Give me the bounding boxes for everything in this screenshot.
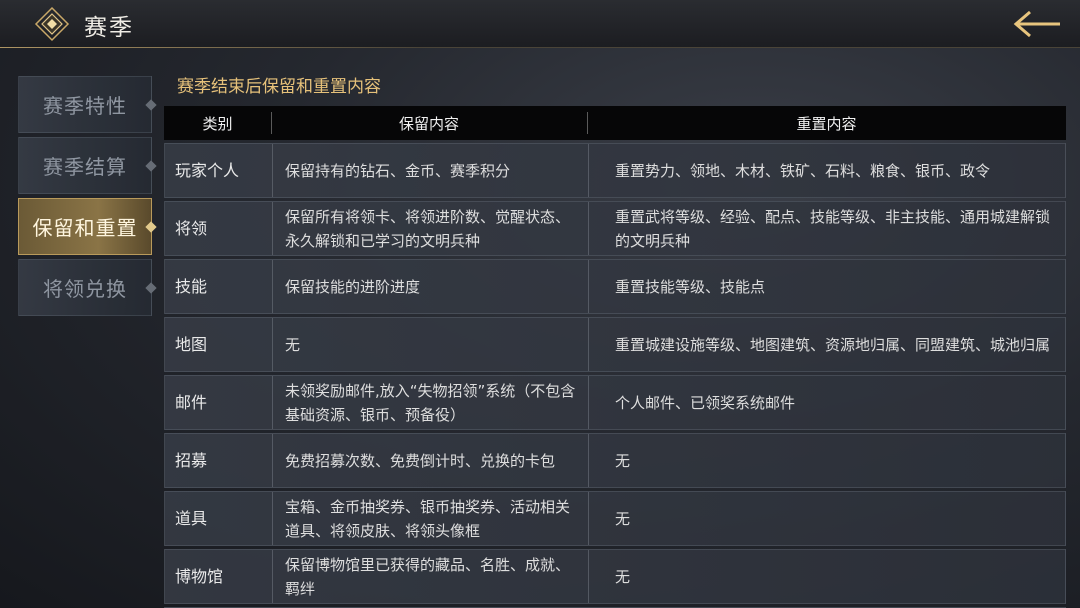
row-category: 技能	[175, 276, 208, 296]
row-category: 道具	[175, 508, 208, 528]
row-keep: 无	[272, 318, 588, 371]
row-category: 博物馆	[175, 566, 224, 586]
section-title: 赛季结束后保留和重置内容	[177, 77, 381, 97]
column-header-keep: 保留内容	[271, 106, 587, 140]
top-bar: 赛季	[0, 0, 1080, 48]
page-title: 赛季	[84, 15, 134, 41]
sidebar-item-label: 赛季结算	[43, 155, 127, 179]
row-category: 玩家个人	[175, 160, 240, 180]
table-row: 将领 保留所有将领卡、将领进阶数、觉醒状态、永久解锁和已学习的文明兵种 重置武将…	[164, 201, 1066, 256]
row-keep: 保留博物馆里已获得的藏品、名胜、成就、羁绊	[272, 550, 588, 603]
column-header-reset: 重置内容	[587, 106, 1066, 140]
column-header-category: 类别	[202, 114, 233, 133]
table-header: 类别 保留内容 重置内容	[164, 106, 1066, 140]
table-row: 邮件 未领奖励邮件,放入“失物招领”系统（不包含基础资源、银币、预备役） 个人邮…	[164, 375, 1066, 430]
row-category: 将领	[175, 218, 208, 238]
sidebar-item-general-exchange[interactable]: 将领兑换	[18, 259, 157, 316]
row-reset: 无	[588, 492, 1065, 545]
row-category: 地图	[175, 334, 208, 354]
sidebar-item-label: 将领兑换	[43, 277, 127, 301]
sidebar-item-label: 赛季特性	[43, 94, 127, 118]
sidebar-item-season-features[interactable]: 赛季特性	[18, 76, 157, 133]
row-reset: 重置技能等级、技能点	[588, 260, 1065, 313]
row-reset: 无	[588, 550, 1065, 603]
diamond-pin-icon	[145, 98, 157, 111]
sidebar-item-label: 保留和重置	[32, 216, 138, 240]
table-row: 地图 无 重置城建设施等级、地图建筑、资源地归属、同盟建筑、城池归属	[164, 317, 1066, 372]
table-row: 玩家个人 保留持有的钻石、金币、赛季积分 重置势力、领地、木材、铁矿、石料、粮食…	[164, 143, 1066, 198]
sidebar-item-keep-and-reset[interactable]: 保留和重置	[18, 198, 157, 255]
row-keep: 未领奖励邮件,放入“失物招领”系统（不包含基础资源、银币、预备役）	[272, 376, 588, 429]
row-keep: 免费招募次数、免费倒计时、兑换的卡包	[272, 434, 588, 487]
keep-reset-table: 类别 保留内容 重置内容 玩家个人 保留持有的钻石、金币、赛季积分 重置势力、领…	[164, 106, 1066, 608]
row-reset: 重置势力、领地、木材、铁矿、石料、粮食、银币、政令	[588, 144, 1065, 197]
diamond-pin-icon	[145, 159, 157, 172]
row-reset: 重置武将等级、经验、配点、技能等级、非主技能、通用城建解锁的文明兵种	[588, 202, 1065, 255]
table-row: 招募 免费招募次数、免费倒计时、兑换的卡包 无	[164, 433, 1066, 488]
row-reset: 重置城建设施等级、地图建筑、资源地归属、同盟建筑、城池归属	[588, 318, 1065, 371]
table-row: 博物馆 保留博物馆里已获得的藏品、名胜、成就、羁绊 无	[164, 549, 1066, 604]
table-row: 道具 宝箱、金币抽奖券、银币抽奖券、活动相关道具、将领皮肤、将领头像框 无	[164, 491, 1066, 546]
table-row: 技能 保留技能的进阶进度 重置技能等级、技能点	[164, 259, 1066, 314]
row-keep: 保留技能的进阶进度	[272, 260, 588, 313]
row-reset: 无	[588, 434, 1065, 487]
row-keep: 保留持有的钻石、金币、赛季积分	[272, 144, 588, 197]
sidebar: 赛季特性 赛季结算 保留和重置 将领兑换	[18, 76, 157, 320]
row-category: 邮件	[175, 392, 208, 412]
back-arrow-icon[interactable]	[1010, 8, 1064, 40]
diamond-pin-icon	[145, 220, 157, 233]
row-keep: 保留所有将领卡、将领进阶数、觉醒状态、永久解锁和已学习的文明兵种	[272, 202, 588, 255]
row-keep: 宝箱、金币抽奖券、银币抽奖券、活动相关道具、将领皮肤、将领头像框	[272, 492, 588, 545]
diamond-emblem-icon	[34, 6, 70, 42]
diamond-pin-icon	[145, 281, 157, 294]
sidebar-item-season-settlement[interactable]: 赛季结算	[18, 137, 157, 194]
row-category: 招募	[175, 450, 208, 470]
row-reset: 个人邮件、已领奖系统邮件	[588, 376, 1065, 429]
